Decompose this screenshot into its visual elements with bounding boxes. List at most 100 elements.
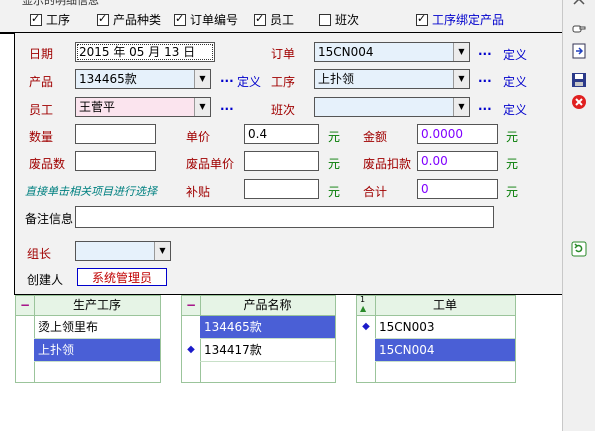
unit-price-unit: 元: [328, 130, 341, 144]
save-icon[interactable]: [571, 72, 587, 88]
chevron-down-icon[interactable]: ▼: [194, 98, 210, 116]
subsidy-unit: 元: [328, 185, 341, 199]
checkbox-shift[interactable]: 班次: [319, 11, 359, 28]
attach-icon[interactable]: [571, 0, 587, 12]
process-define-link[interactable]: 定义: [503, 73, 527, 90]
defect-price-label: 废品单价: [186, 157, 235, 171]
import-icon[interactable]: [571, 43, 587, 59]
chevron-down-icon[interactable]: ▼: [453, 43, 469, 61]
sort-index: 1: [360, 295, 366, 304]
defect-price-input[interactable]: [244, 151, 319, 171]
shift-more-button[interactable]: ...: [478, 99, 492, 113]
process-grid-title[interactable]: 生产工序: [34, 296, 160, 315]
shift-define-link[interactable]: 定义: [503, 101, 527, 118]
table-row-selected[interactable]: 上扑领: [34, 339, 160, 362]
creator-value: 系统管理员: [77, 268, 168, 286]
unit-price-input[interactable]: 0.4: [244, 124, 319, 144]
checkbox-process-bind-product-label: 工序绑定产品: [432, 13, 505, 27]
product-select[interactable]: 134465款 ▼: [75, 69, 211, 89]
collapse-icon[interactable]: −: [182, 296, 200, 315]
table-row[interactable]: 134417款: [200, 339, 335, 362]
checkbox-product-type[interactable]: 产品种类: [97, 11, 161, 28]
checkbox-product-type-label: 产品种类: [113, 13, 162, 27]
employee-label: 员工: [29, 103, 54, 117]
unit-price-label: 单价: [186, 130, 211, 144]
order-define-link[interactable]: 定义: [503, 46, 527, 63]
sort-ascending-icon[interactable]: ▲: [360, 304, 366, 313]
process-select[interactable]: 上扑领 ▼: [314, 69, 470, 89]
process-more-button[interactable]: ...: [478, 71, 492, 85]
selection-hint: 直接单击相关项目进行选择: [25, 185, 157, 198]
chevron-down-icon[interactable]: ▼: [453, 98, 469, 116]
creator-label: 创建人: [27, 273, 64, 287]
defect-count-label: 废品数: [29, 157, 66, 171]
current-row-marker-icon: ◆: [362, 321, 370, 332]
table-row[interactable]: 15CN003: [375, 316, 515, 339]
checkbox-employee-box[interactable]: [254, 12, 266, 26]
total-label: 合计: [363, 185, 388, 199]
checkbox-shift-box[interactable]: [319, 13, 331, 26]
delete-icon[interactable]: [571, 94, 587, 110]
product-grid: − 产品名称 134465款 ◆ 134417款: [181, 295, 336, 383]
process-grid-indicator-column: −: [16, 296, 35, 382]
total-input[interactable]: 0: [417, 179, 498, 199]
refresh-icon[interactable]: [571, 241, 587, 257]
checkbox-process-box[interactable]: [30, 12, 42, 26]
subsidy-input[interactable]: [244, 179, 319, 199]
remark-input[interactable]: [75, 206, 494, 228]
options-cut-label: 显示的明细信息: [22, 0, 99, 7]
amount-input[interactable]: 0.0000: [417, 124, 498, 144]
employee-select[interactable]: 王菅平 ▼: [75, 97, 211, 117]
detail-options-bar: 显示的明细信息 工序 产品种类 订单编号 员工 班次 工序绑定产品: [0, 0, 562, 34]
defect-price-unit: 元: [328, 157, 341, 171]
order-grid: 1 ▲ 工单 ◆ 15CN003 15CN004: [356, 295, 516, 383]
order-grid-title[interactable]: 工单: [375, 296, 515, 315]
chevron-down-icon[interactable]: ▼: [453, 70, 469, 88]
order-label: 订单: [271, 47, 296, 61]
group-leader-select[interactable]: ▼: [75, 241, 171, 261]
shift-select[interactable]: ▼: [314, 97, 470, 117]
checkbox-process-bind-product[interactable]: 工序绑定产品: [416, 11, 504, 28]
amount-label: 金额: [363, 130, 388, 144]
checkbox-order-number[interactable]: 订单编号: [174, 11, 238, 28]
subsidy-label: 补贴: [186, 185, 211, 199]
defect-deduct-input[interactable]: 0.00: [417, 151, 498, 171]
product-label: 产品: [29, 75, 54, 89]
chevron-down-icon[interactable]: ▼: [154, 242, 170, 260]
remark-label: 备注信息: [25, 212, 74, 226]
table-row[interactable]: 烫上领里布: [34, 316, 160, 339]
date-label: 日期: [29, 47, 54, 61]
order-more-button[interactable]: ...: [478, 44, 492, 58]
checkbox-employee[interactable]: 员工: [254, 11, 294, 28]
date-field[interactable]: 2015 年 05 月 13 日: [75, 42, 215, 62]
shift-label: 班次: [271, 103, 296, 117]
order-select[interactable]: 15CN004 ▼: [314, 42, 470, 62]
table-row-selected[interactable]: 15CN004: [375, 339, 515, 362]
checkbox-order-number-box[interactable]: [174, 12, 186, 26]
quantity-label: 数量: [29, 130, 54, 144]
employee-more-button[interactable]: ...: [220, 99, 234, 113]
checkbox-order-number-label: 订单编号: [190, 13, 239, 27]
right-toolbar: [562, 0, 595, 431]
employee-select-value: 王菅平: [79, 100, 116, 114]
checkbox-process[interactable]: 工序: [30, 11, 70, 28]
product-more-button[interactable]: ...: [220, 71, 234, 85]
process-label: 工序: [271, 75, 296, 89]
table-row-selected[interactable]: 134465款: [200, 316, 335, 339]
defect-deduct-unit: 元: [506, 157, 519, 171]
hand-pointer-icon[interactable]: [571, 20, 587, 36]
chevron-down-icon[interactable]: ▼: [194, 70, 210, 88]
amount-unit: 元: [506, 130, 519, 144]
collapse-icon[interactable]: −: [16, 296, 34, 315]
checkbox-process-bind-product-box[interactable]: [416, 12, 428, 26]
checkbox-shift-label: 班次: [335, 13, 360, 27]
checkbox-product-type-box[interactable]: [97, 12, 109, 26]
checkbox-process-label: 工序: [46, 13, 71, 27]
order-grid-indicator-column: 1 ▲: [357, 295, 376, 382]
product-grid-title[interactable]: 产品名称: [200, 296, 335, 315]
defect-count-input[interactable]: [75, 151, 156, 171]
group-leader-label: 组长: [27, 247, 52, 261]
product-define-link[interactable]: 定义: [237, 73, 261, 90]
quantity-input[interactable]: [75, 124, 156, 144]
piecework-entry-form: 日期 2015 年 05 月 13 日 订单 15CN004 ▼ ... 定义 …: [14, 33, 564, 295]
